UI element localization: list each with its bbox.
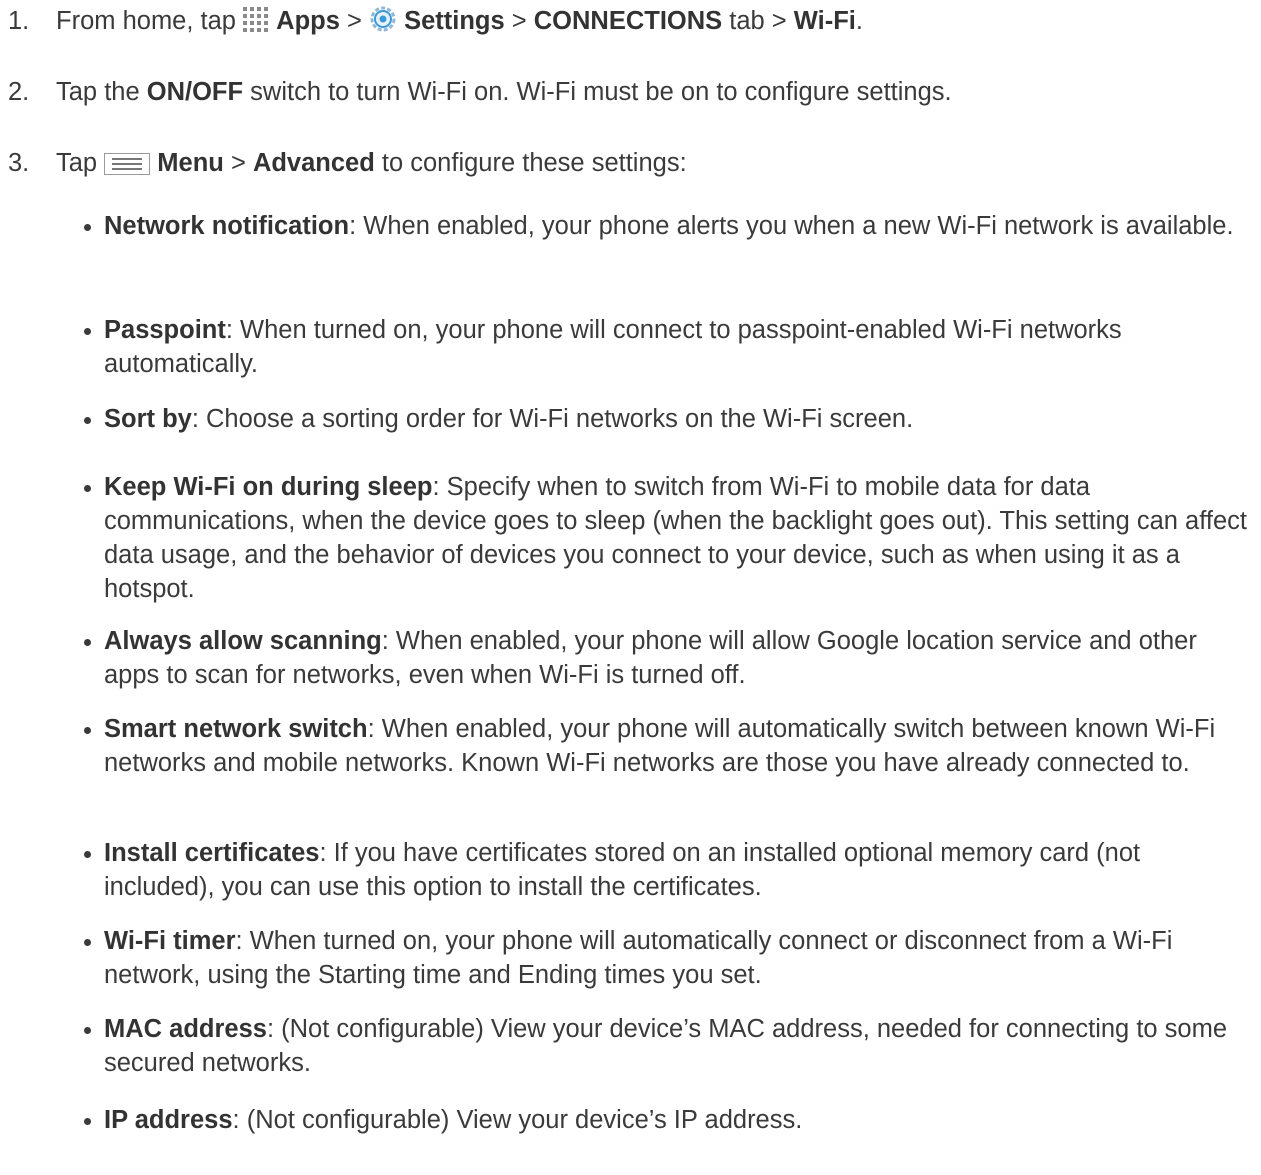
- setting-term: Sort by: [104, 405, 192, 433]
- bullet-dot: [84, 851, 91, 858]
- bullet-dot: [84, 727, 91, 734]
- connections-tab-label: CONNECTIONS: [533, 7, 723, 35]
- setting-term: Keep Wi-Fi on during sleep: [104, 473, 433, 501]
- setting-term: MAC address: [104, 1015, 267, 1043]
- setting-term: Passpoint: [104, 316, 226, 344]
- bullet-dot: [84, 224, 91, 231]
- bullet-dot: [84, 1118, 91, 1125]
- settings-label: Settings: [404, 7, 505, 35]
- setting-description: : When turned on, your phone will automa…: [104, 927, 1173, 989]
- step-text: Tap the ON/OFF switch to turn Wi-Fi on. …: [56, 78, 952, 106]
- setting-description: : (Not configurable) View your device’s …: [232, 1106, 803, 1134]
- wifi-label: Wi-Fi: [793, 7, 856, 35]
- bullet-dot: [84, 485, 91, 492]
- on-off-label: ON/OFF: [146, 78, 244, 106]
- setting-term: Network notification: [104, 212, 350, 240]
- bullet-dot: [84, 417, 91, 424]
- step-number: 1.: [8, 7, 30, 35]
- setting-description: : Choose a sorting order for Wi-Fi netwo…: [191, 405, 914, 433]
- instructions-page: 1. From home, tap Apps > Settings > CONN…: [0, 0, 1261, 1175]
- advanced-label: Advanced: [252, 149, 375, 177]
- setting-term: Smart network switch: [104, 715, 368, 743]
- apps-label: Apps: [276, 7, 340, 35]
- menu-label: Menu: [157, 149, 224, 177]
- bullet-dot: [84, 939, 91, 946]
- step-number: 2.: [8, 78, 30, 106]
- setting-description: : When turned on, your phone will connec…: [104, 316, 1122, 378]
- setting-description: : When enabled, your phone alerts you wh…: [349, 212, 1234, 240]
- apps-grid-icon: [243, 7, 269, 42]
- step-text: Tap Menu > Advanced to configure these s…: [56, 146, 687, 184]
- settings-gear-icon: [369, 5, 397, 42]
- setting-term: IP address: [104, 1106, 233, 1134]
- setting-description: : (Not configurable) View your device’s …: [104, 1015, 1228, 1077]
- step-number: 3.: [8, 149, 30, 177]
- bullet-dot: [84, 328, 91, 335]
- menu-icon: [104, 150, 151, 184]
- bullet-dot: [84, 1027, 91, 1034]
- setting-term: Always allow scanning: [104, 627, 382, 655]
- setting-term: Install certificates: [104, 839, 320, 867]
- step-text: From home, tap Apps > Settings > CONNECT…: [56, 4, 863, 42]
- bullet-dot: [84, 639, 91, 646]
- setting-term: Wi-Fi timer: [104, 927, 236, 955]
